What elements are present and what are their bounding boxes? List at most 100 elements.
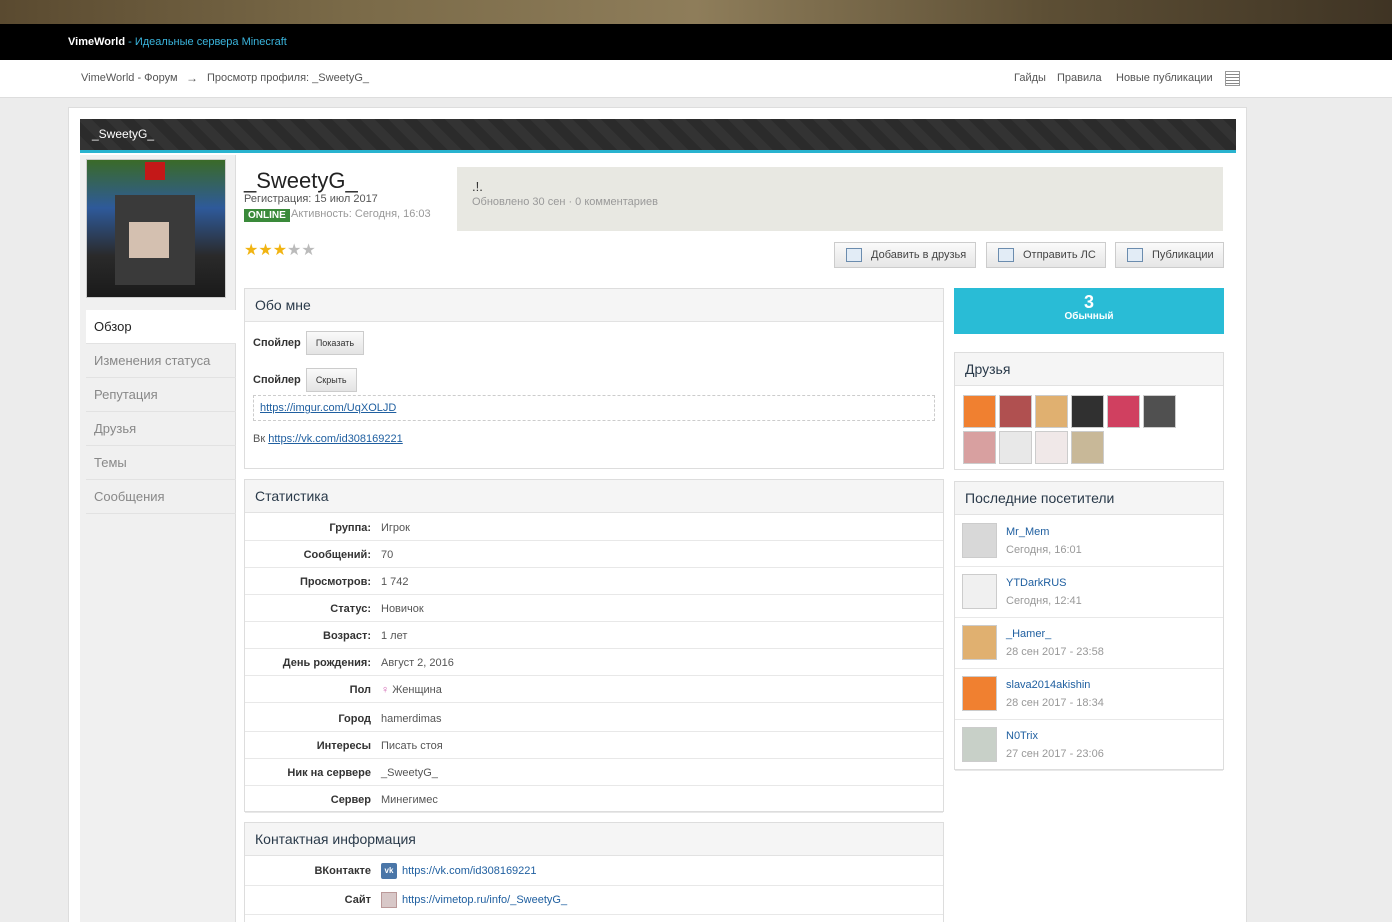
friend-avatar[interactable] (1035, 431, 1068, 464)
stats-value: _SweetyG_ (381, 767, 438, 779)
reputation-box[interactable]: 3 Обычный (954, 288, 1224, 334)
about-panel: Обо мне Спойлер Показать Спойлер Скрыть … (244, 288, 944, 469)
publications-label: Публикации (1152, 249, 1214, 261)
stats-key: Сообщений: (303, 549, 371, 561)
visitor-name[interactable]: _Hamer_ (1006, 628, 1051, 640)
visitor-avatar[interactable] (962, 574, 997, 609)
visitor-avatar[interactable] (962, 727, 997, 762)
brand-tagline[interactable]: Идеальные сервера Minecraft (135, 36, 287, 48)
sidebar-item-topics[interactable]: Темы (86, 446, 236, 480)
last-activity: Активность: Сегодня, 16:03 (291, 208, 431, 220)
vk-link[interactable]: https://vk.com/id308169221 (268, 433, 403, 445)
visitor-item: YTDarkRUS Сегодня, 12:41 (955, 567, 1223, 618)
contacts-title: Контактная информация (245, 823, 943, 856)
status-meta[interactable]: Обновлено 30 сен · 0 комментариев (472, 196, 658, 208)
gender-value: Женщина (392, 684, 442, 696)
nav-link-new-posts[interactable]: Новые публикации (1116, 72, 1213, 84)
nav-link-rules[interactable]: Правила (1057, 72, 1102, 84)
vk-line: Вк https://vk.com/id308169221 (253, 433, 403, 445)
friend-avatar[interactable] (1143, 395, 1176, 428)
spoiler-hide-button[interactable]: Скрыть (305, 368, 357, 392)
visitor-name[interactable]: slava2014akishin (1006, 679, 1090, 691)
friend-avatar[interactable] (1071, 431, 1104, 464)
contacts-panel: Контактная информация ВКонтакте vk https:/… (244, 822, 944, 922)
stats-value: Август 2, 2016 (381, 657, 454, 669)
spoiler-show-button[interactable]: Показать (305, 331, 365, 355)
contact-link[interactable]: https://vimetop.ru/info/_SweetyG_ (402, 894, 567, 906)
sidebar-item-overview[interactable]: Обзор (86, 310, 236, 344)
friends-grid (963, 395, 1193, 467)
brand-separator: - (125, 36, 135, 48)
imgur-link[interactable]: https://imgur.com/UqXOLJD (260, 402, 396, 414)
stats-value: 1 742 (381, 576, 409, 588)
document-icon (1127, 248, 1143, 262)
sidebar-item-posts[interactable]: Сообщения (86, 480, 236, 514)
send-pm-button[interactable]: Отправить ЛС (986, 242, 1106, 268)
publications-button[interactable]: Публикации (1115, 242, 1224, 268)
contact-row: ВКонтакте vk https://vk.com/id308169221 (245, 857, 943, 886)
friends-title: Друзья (955, 353, 1223, 386)
visitors-title: Последние посетители (955, 482, 1223, 515)
contact-value[interactable]: https://vimetop.ru/info/_SweetyG_ (381, 892, 567, 908)
visitors-panel: Последние посетители Mr_Mem Сегодня, 16:0… (954, 481, 1224, 771)
nav-link-guides[interactable]: Гайды (1014, 72, 1046, 84)
menu-icon[interactable] (1225, 71, 1240, 86)
visitor-name[interactable]: Mr_Mem (1006, 526, 1049, 538)
contact-value[interactable]: vk https://vk.com/id308169221 (381, 863, 537, 879)
stats-row: Город hamerdimas (245, 705, 943, 732)
stats-title: Статистика (245, 480, 943, 513)
friend-avatar[interactable] (1107, 395, 1140, 428)
stats-key: Статус: (330, 603, 371, 615)
status-text: .!. (472, 179, 483, 194)
page-title: _SweetyG_ (92, 127, 155, 141)
add-friend-label: Добавить в друзья (871, 249, 967, 261)
visitor-name[interactable]: YTDarkRUS (1006, 577, 1067, 589)
sidebar-item-reputation[interactable]: Репутация (86, 378, 236, 412)
sidebar-item-friends[interactable]: Друзья (86, 412, 236, 446)
sidebar-item-status-changes[interactable]: Изменения статуса (86, 344, 236, 378)
site-brand[interactable]: VimeWorld - Идеальные сервера Minecraft (68, 36, 287, 48)
add-friend-button[interactable]: Добавить в друзья (834, 242, 976, 268)
avatar-heart (145, 162, 165, 180)
visitor-item: slava2014akishin 28 сен 2017 - 18:34 (955, 669, 1223, 720)
top-bar: VimeWorld - Идеальные сервера Minecraft (0, 24, 1392, 60)
online-badge: ONLINE (244, 209, 290, 222)
friend-avatar[interactable] (963, 395, 996, 428)
avatar-face (129, 222, 169, 258)
stats-row: Статус: Новичок (245, 595, 943, 622)
visitor-item: Mr_Mem Сегодня, 16:01 (955, 516, 1223, 567)
title-accent-line (80, 150, 1236, 153)
reputation-label: Обычный (1064, 311, 1114, 322)
visitor-item: _Hamer_ 28 сен 2017 - 23:58 (955, 618, 1223, 669)
stats-row: Просмотров: 1 742 (245, 568, 943, 595)
profile-avatar[interactable] (86, 159, 226, 298)
stats-value: hamerdimas (381, 713, 442, 725)
stats-key: Город (338, 713, 371, 725)
visitor-avatar[interactable] (962, 523, 997, 558)
brand-name[interactable]: VimeWorld (68, 36, 125, 48)
profile-username: _SweetyG_ (244, 168, 358, 193)
visitor-avatar[interactable] (962, 676, 997, 711)
stats-key: Сервер (330, 794, 371, 806)
visitor-avatar[interactable] (962, 625, 997, 660)
stats-value: Писать стоя (381, 740, 443, 752)
breadcrumb-forum[interactable]: VimeWorld - Форум (81, 72, 178, 84)
stats-row: День рождения: Август 2, 2016 (245, 649, 943, 676)
contact-key: ВКонтакте (314, 865, 371, 877)
stats-value: 1 лет (381, 630, 408, 642)
friend-avatar[interactable] (1071, 395, 1104, 428)
contact-link[interactable]: https://vk.com/id308169221 (402, 865, 537, 877)
friend-avatar[interactable] (963, 431, 996, 464)
header-banner (0, 0, 1392, 24)
friend-avatar[interactable] (999, 395, 1032, 428)
visitor-item: N0Trix 27 сен 2017 - 23:06 (955, 720, 1223, 771)
sidebar-nav: Обзор Изменения статуса Репутация Друзья… (86, 310, 236, 514)
visitor-name[interactable]: N0Trix (1006, 730, 1038, 742)
spoiler-label: Спойлер (253, 373, 301, 386)
friend-avatar[interactable] (1035, 395, 1068, 428)
friend-avatar[interactable] (999, 431, 1032, 464)
send-pm-label: Отправить ЛС (1023, 249, 1096, 261)
mail-icon (998, 248, 1014, 262)
star-icon: ★ (272, 242, 288, 259)
visitor-time: Сегодня, 16:01 (1006, 544, 1082, 556)
